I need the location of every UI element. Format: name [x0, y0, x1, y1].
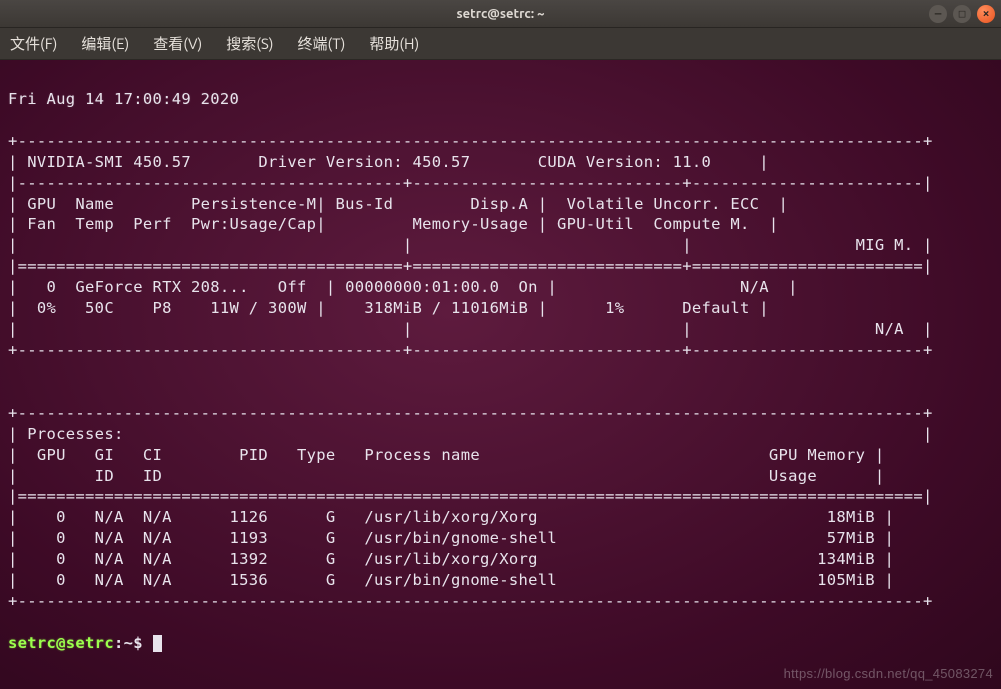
- timestamp-line: Fri Aug 14 17:00:49 2020: [8, 90, 239, 108]
- prompt-user: setrc@setrc: [8, 634, 114, 652]
- maximize-button[interactable]: □: [953, 5, 971, 23]
- minimize-button[interactable]: –: [929, 5, 947, 23]
- prompt-line: setrc@setrc:~$: [8, 634, 162, 652]
- menu-edit[interactable]: 编辑(E): [81, 33, 129, 54]
- close-button[interactable]: ×: [977, 5, 995, 23]
- menu-bar: 文件(F) 编辑(E) 查看(V) 搜索(S) 终端(T) 帮助(H): [0, 28, 1001, 60]
- title-bar: setrc@setrc: ~ – □ ×: [0, 0, 1001, 28]
- menu-view[interactable]: 查看(V): [153, 33, 202, 54]
- window-controls: – □ ×: [929, 5, 995, 23]
- menu-file[interactable]: 文件(F): [10, 33, 57, 54]
- watermark: https://blog.csdn.net/qq_45083274: [784, 665, 993, 683]
- prompt-path: ~: [124, 634, 134, 652]
- menu-search[interactable]: 搜索(S): [226, 33, 273, 54]
- nvidia-smi-output: +---------------------------------------…: [8, 132, 933, 380]
- process-table: +---------------------------------------…: [8, 404, 933, 610]
- terminal-body[interactable]: Fri Aug 14 17:00:49 2020 +--------------…: [0, 60, 1001, 689]
- menu-help[interactable]: 帮助(H): [369, 33, 419, 54]
- cursor: [153, 635, 162, 652]
- menu-terminal[interactable]: 终端(T): [298, 33, 346, 54]
- window-title: setrc@setrc: ~: [457, 7, 545, 21]
